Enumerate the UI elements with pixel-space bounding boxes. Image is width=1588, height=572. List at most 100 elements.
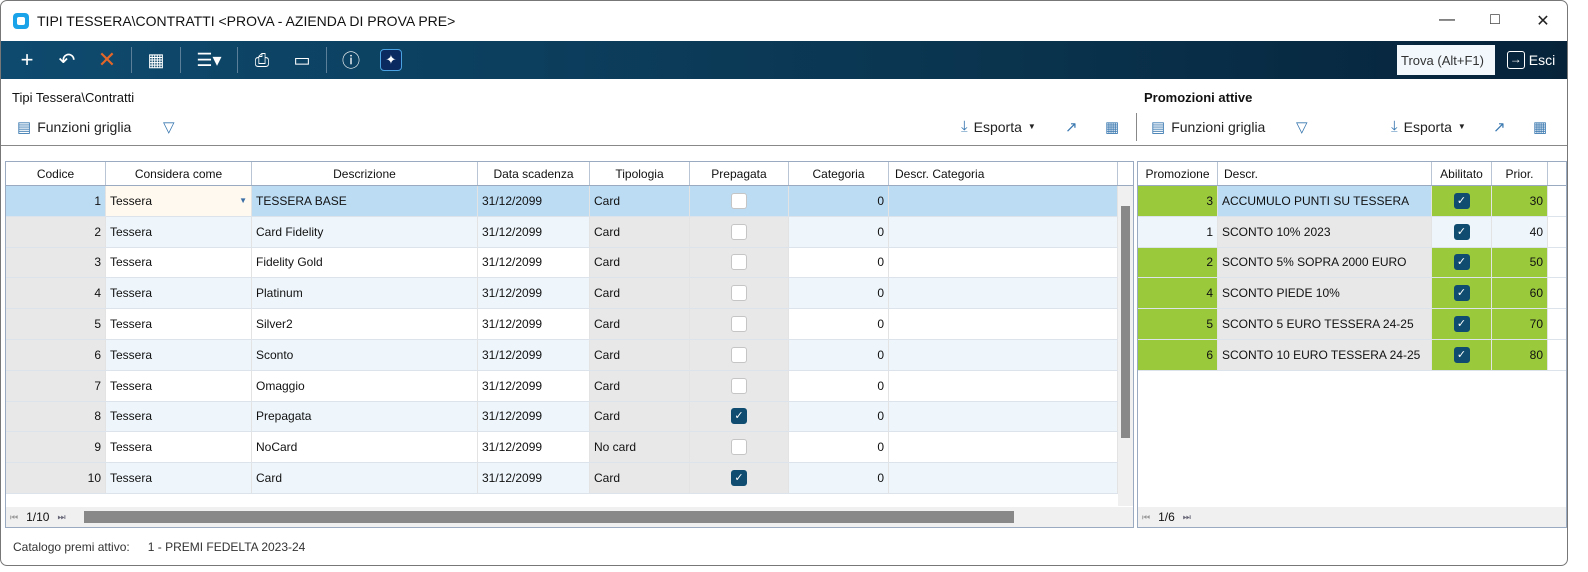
checkbox[interactable]: ✓ [1453, 223, 1470, 240]
cell-data[interactable]: 31/12/2099 [478, 309, 590, 339]
grid-layout-icon[interactable]: ▦ [1533, 118, 1547, 136]
table-row[interactable]: 4 SCONTO PIEDE 10% ✓ 60 [1138, 278, 1566, 310]
cell-cat[interactable]: 0 [789, 309, 889, 339]
undo-icon[interactable]: ↶ [47, 41, 87, 79]
cell-promo[interactable]: 3 [1138, 186, 1218, 216]
cell-data[interactable]: 31/12/2099 [478, 186, 590, 216]
checkbox[interactable]: ✓ [1453, 192, 1470, 209]
cell-desc_cat[interactable] [889, 339, 1118, 370]
cell-considera[interactable]: Tessera [106, 309, 252, 339]
cell-desc_cat[interactable] [889, 401, 1118, 432]
checkbox[interactable] [731, 254, 747, 271]
filter-icon[interactable]: ▽ [1296, 118, 1308, 136]
cell-prior[interactable]: 40 [1492, 216, 1548, 247]
first-page-icon[interactable]: ⏮ [1142, 512, 1150, 523]
left-grid-functions[interactable]: ▤ Funzioni griglia [17, 118, 131, 136]
cell-codice[interactable]: 4 [6, 278, 106, 309]
column-header[interactable]: Abilitato [1432, 162, 1492, 185]
table-row[interactable]: 2 Tessera Card Fidelity 31/12/2099 Card 0 [6, 216, 1133, 248]
cell-desc_cat[interactable] [889, 432, 1118, 463]
right-grid-functions[interactable]: ▤ Funzioni griglia [1151, 118, 1265, 136]
table-row[interactable]: 1 SCONTO 10% 2023 ✓ 40 [1138, 216, 1566, 248]
cell-cat[interactable]: 0 [789, 247, 889, 278]
grid-layout-icon[interactable]: ▦ [1105, 118, 1119, 136]
horizontal-scrollbar[interactable] [83, 511, 1014, 523]
cell-promo[interactable]: 2 [1138, 247, 1218, 278]
cell-data[interactable]: 31/12/2099 [478, 216, 590, 247]
cell-descr[interactable]: SCONTO 5% SOPRA 2000 EURO [1218, 247, 1432, 278]
cell-descr[interactable]: NoCard [252, 432, 478, 463]
cell-enabled[interactable]: ✓ [1432, 309, 1492, 339]
column-header[interactable]: Descr. [1218, 162, 1432, 185]
filter-icon[interactable]: ▽ [163, 118, 175, 136]
cell-codice[interactable]: 1 [6, 186, 106, 216]
cell-cat[interactable]: 0 [789, 432, 889, 463]
cell-descr[interactable]: Card Fidelity [252, 216, 478, 247]
search-input[interactable]: Trova (Alt+F1) [1397, 45, 1495, 75]
cell-descr[interactable]: Sconto [252, 339, 478, 370]
cell-prior[interactable]: 80 [1492, 339, 1548, 370]
cell-tipo[interactable]: Card [590, 339, 690, 370]
close-button[interactable]: ✕ [1519, 11, 1567, 31]
checkbox[interactable] [731, 285, 747, 302]
cell-descr[interactable]: Fidelity Gold [252, 247, 478, 278]
cell-cat[interactable]: 0 [789, 463, 889, 493]
cell-cat[interactable]: 0 [789, 186, 889, 216]
monitor-icon[interactable]: ▭ [282, 41, 322, 79]
cell-promo[interactable]: 6 [1138, 339, 1218, 370]
cell-prepagata[interactable] [690, 339, 789, 370]
cell-considera[interactable]: Tessera [106, 370, 252, 401]
cell-prior[interactable]: 70 [1492, 309, 1548, 339]
checkbox[interactable]: ✓ [1453, 316, 1470, 333]
cell-tipo[interactable]: Card [590, 216, 690, 247]
cell-desc_cat[interactable] [889, 370, 1118, 401]
cell-enabled[interactable]: ✓ [1432, 186, 1492, 216]
cell-considera[interactable]: Tessera [106, 278, 252, 309]
cell-tipo[interactable]: No card [590, 432, 690, 463]
cell-cat[interactable]: 0 [789, 401, 889, 432]
cell-prepagata[interactable] [690, 309, 789, 339]
delete-icon[interactable]: ✕ [87, 41, 127, 79]
cell-data[interactable]: 31/12/2099 [478, 370, 590, 401]
cell-descr[interactable]: TESSERA BASE [252, 186, 478, 216]
column-header[interactable]: Prior. [1492, 162, 1548, 185]
cell-codice[interactable]: 9 [6, 432, 106, 463]
table-row[interactable]: 6 SCONTO 10 EURO TESSERA 24-25 ✓ 80 [1138, 339, 1566, 371]
cell-codice[interactable]: 6 [6, 339, 106, 370]
column-header[interactable]: Categoria [789, 162, 889, 185]
checkbox[interactable]: ✓ [731, 470, 747, 487]
cell-considera[interactable]: Tessera [106, 247, 252, 278]
table-row[interactable]: 8 Tessera Prepagata 31/12/2099 Card ✓ 0 [6, 401, 1133, 433]
cell-descr[interactable]: Card [252, 463, 478, 493]
table-row[interactable]: 10 Tessera Card 31/12/2099 Card ✓ 0 [6, 463, 1133, 494]
cell-promo[interactable]: 5 [1138, 309, 1218, 339]
cell-prepagata[interactable] [690, 186, 789, 216]
column-header[interactable]: Considera come [106, 162, 252, 185]
cell-prepagata[interactable] [690, 432, 789, 463]
print-icon[interactable]: ⎙ [242, 41, 282, 79]
cell-prepagata[interactable] [690, 216, 789, 247]
table-row[interactable]: 9 Tessera NoCard 31/12/2099 No card 0 [6, 432, 1133, 464]
column-header[interactable]: Descrizione [252, 162, 478, 185]
vertical-scrollbar[interactable] [1118, 186, 1133, 506]
cell-descr[interactable]: SCONTO PIEDE 10% [1218, 278, 1432, 309]
table-row[interactable]: 4 Tessera Platinum 31/12/2099 Card 0 [6, 278, 1133, 310]
cell-considera[interactable]: Tessera [106, 432, 252, 463]
last-page-icon[interactable]: ⏭ [1183, 512, 1191, 523]
cell-enabled[interactable]: ✓ [1432, 339, 1492, 370]
cell-promo[interactable]: 4 [1138, 278, 1218, 309]
cell-considera[interactable]: Tessera ▼ [106, 186, 252, 216]
chart-icon[interactable]: ↗ [1493, 118, 1506, 136]
cell-data[interactable]: 31/12/2099 [478, 432, 590, 463]
table-row[interactable]: 3 ACCUMULO PUNTI SU TESSERA ✓ 30 [1138, 186, 1566, 217]
cell-tipo[interactable]: Card [590, 370, 690, 401]
cell-desc_cat[interactable] [889, 247, 1118, 278]
first-page-icon[interactable]: ⏮ [10, 512, 18, 523]
cell-tipo[interactable]: Card [590, 463, 690, 493]
dropdown-arrow-icon[interactable]: ▼ [239, 196, 247, 205]
cell-descr[interactable]: Silver2 [252, 309, 478, 339]
cell-considera[interactable]: Tessera [106, 401, 252, 432]
checkbox[interactable]: ✓ [1453, 285, 1470, 302]
cell-prepagata[interactable]: ✓ [690, 463, 789, 493]
exit-button[interactable]: → Esci [1495, 51, 1567, 69]
